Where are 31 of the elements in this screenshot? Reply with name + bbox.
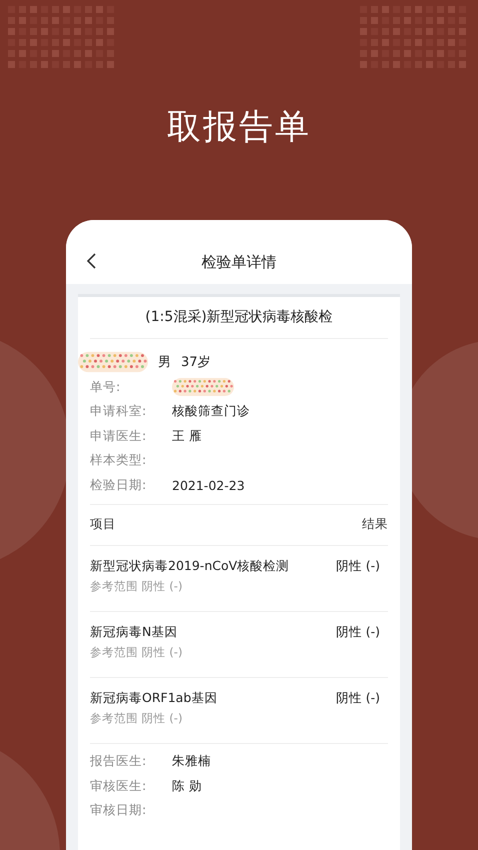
- test-name: 新冠病毒ORF1ab基因: [90, 690, 218, 706]
- field-value: 核酸筛查门诊: [172, 403, 250, 420]
- patient-gender: 男: [158, 354, 171, 371]
- report-title: (1:5混采)新型冠状病毒核酸检: [90, 297, 388, 339]
- patient-age: 37岁: [181, 354, 211, 371]
- field-label: 检验日期:: [90, 476, 148, 494]
- test-result: 阴性 (-): [336, 624, 380, 640]
- reference-range: 参考范围 阴性 (-): [90, 578, 184, 594]
- back-icon[interactable]: [86, 253, 96, 269]
- screen-title: 检验单详情: [202, 252, 276, 272]
- field-label: 申请科室:: [90, 403, 148, 420]
- reference-range: 参考范围 阴性 (-): [90, 710, 184, 726]
- column-header: 项目: [90, 516, 116, 532]
- field-label: 申请医生:: [90, 428, 148, 445]
- field-value: 朱雅楠: [172, 753, 211, 770]
- field-label: 报告医生:: [90, 753, 148, 770]
- test-name: 新型冠状病毒2019-nCoV核酸检测: [90, 558, 290, 574]
- test-result: 阴性 (-): [336, 690, 380, 706]
- field-label: 审核日期:: [90, 802, 148, 820]
- field-label: 样本类型:: [90, 452, 148, 470]
- field-value: 2021-02-23: [172, 478, 245, 493]
- headline: 取报告单: [167, 106, 311, 149]
- field-label: 单号:: [90, 378, 122, 396]
- redacted-mark: [78, 351, 148, 373]
- field-value: 陈 勋: [172, 778, 202, 795]
- reference-range: 参考范围 阴性 (-): [90, 644, 184, 660]
- field-value: 王 雁: [172, 428, 202, 445]
- field-label: 审核医生:: [90, 778, 148, 795]
- test-name: 新冠病毒N基因: [90, 624, 178, 640]
- test-result: 阴性 (-): [336, 558, 380, 574]
- column-header: 结果: [362, 516, 388, 532]
